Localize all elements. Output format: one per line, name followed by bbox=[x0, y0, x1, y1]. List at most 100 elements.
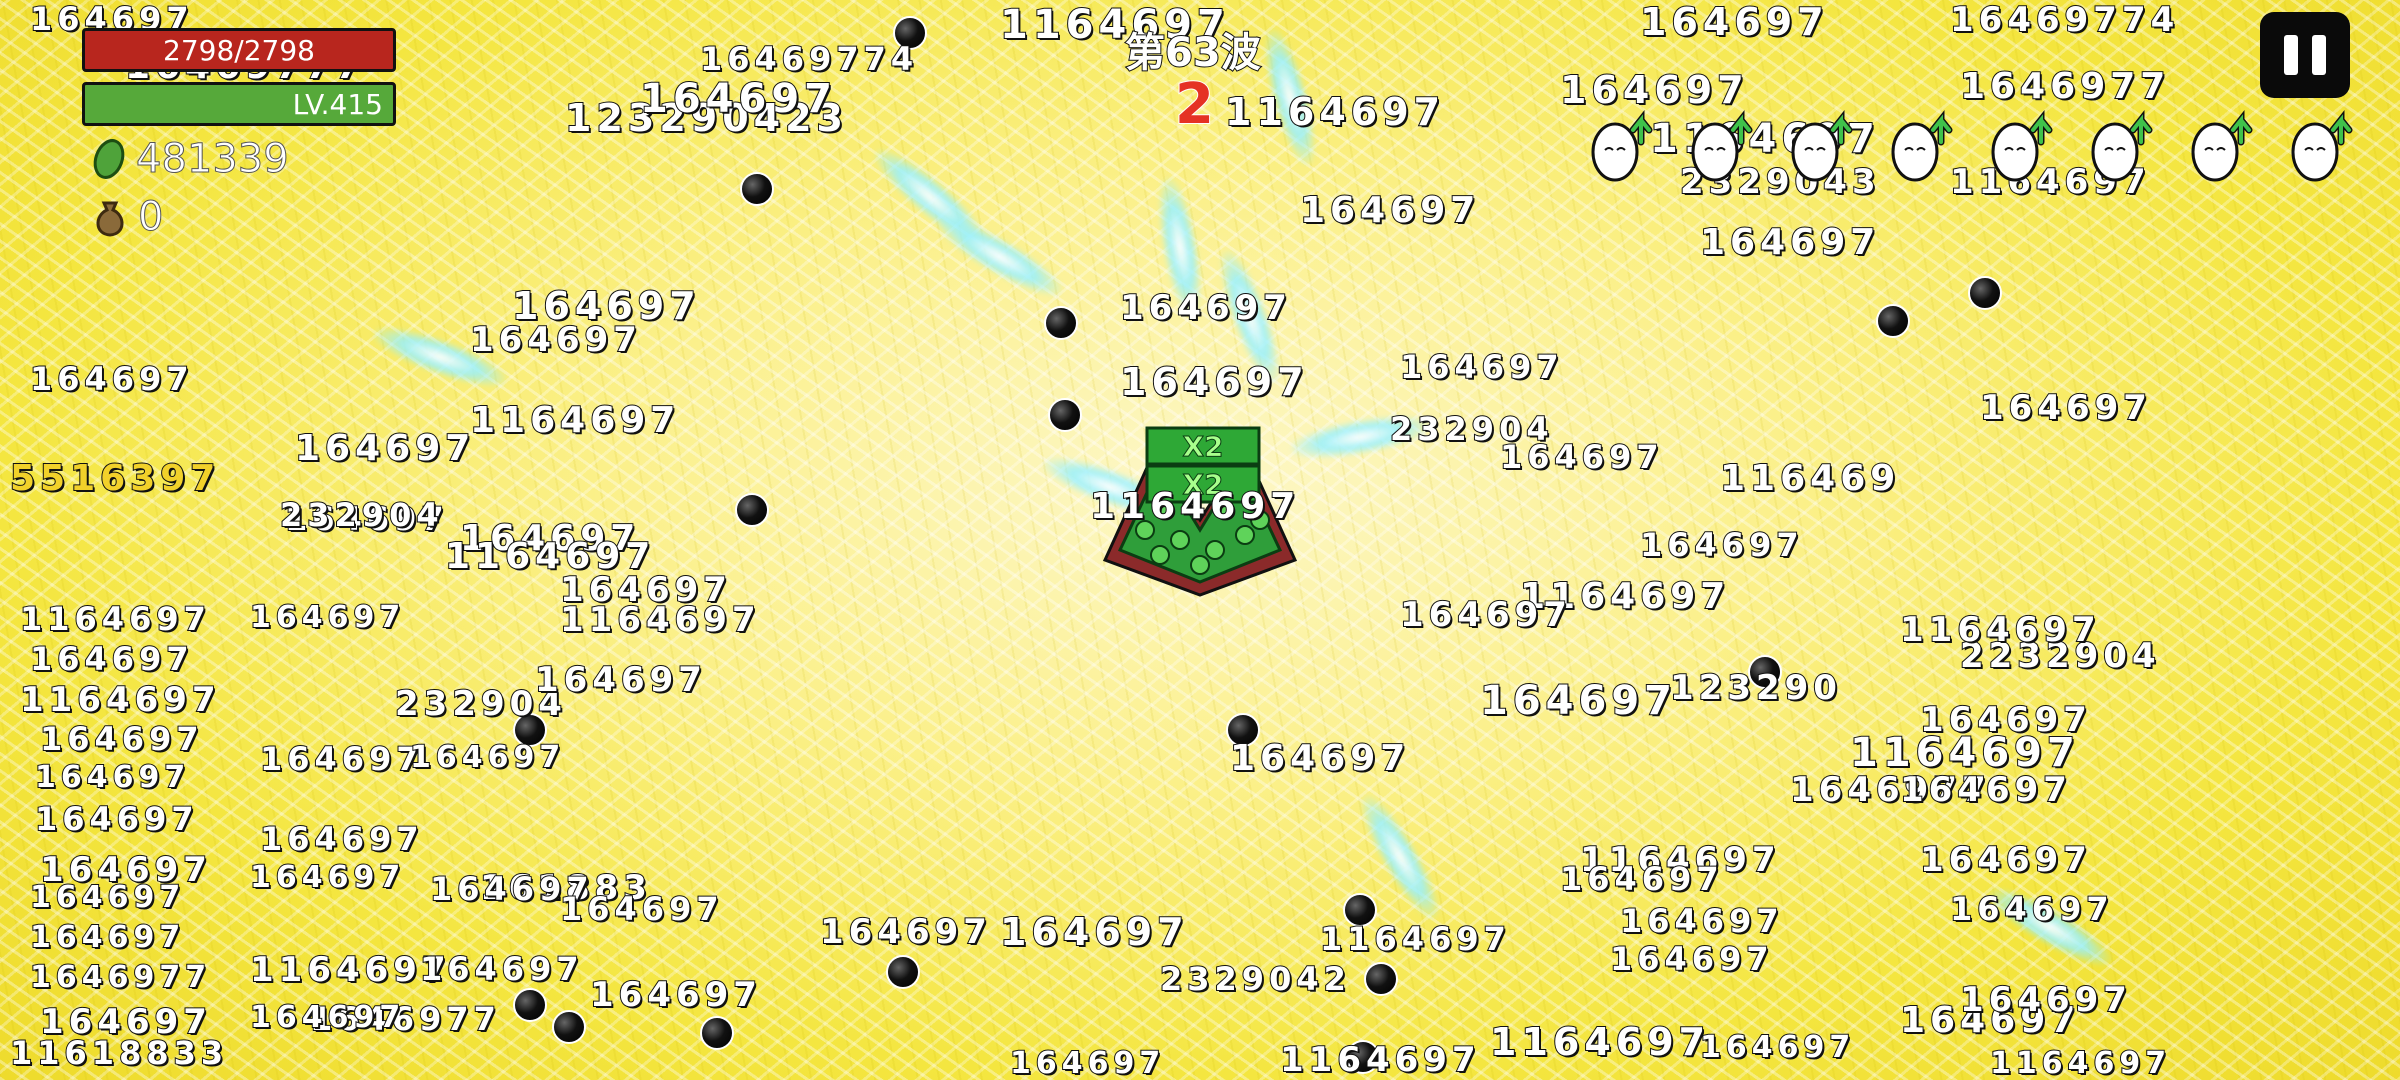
damage-number: 164697 bbox=[29, 639, 194, 679]
damage-number: 1164697 bbox=[1279, 1039, 1481, 1080]
hp-text: 2798/2798 bbox=[163, 33, 315, 67]
damage-number: 164697 bbox=[249, 859, 406, 896]
wave-label: 第63波 bbox=[1124, 29, 1262, 77]
bag-count: 0 bbox=[137, 194, 164, 241]
damage-number: 164697 bbox=[1639, 0, 1829, 45]
damage-number: 16469774 bbox=[699, 39, 919, 79]
damage-number: 164697 bbox=[1479, 677, 1677, 725]
damage-number: 164697 bbox=[1639, 525, 1804, 565]
egg-upgrade-icon bbox=[1985, 108, 2061, 184]
bag-counter: 0 bbox=[92, 194, 164, 241]
damage-number: 164697 bbox=[999, 909, 1189, 955]
hp-bar: 2798/2798 bbox=[82, 28, 396, 72]
damage-number: 164697 bbox=[259, 739, 424, 779]
damage-number: 164697 bbox=[1399, 347, 1564, 387]
damage-number: 164697 bbox=[34, 759, 191, 796]
damage-number: 164697 bbox=[1229, 737, 1411, 780]
egg-upgrade-icon bbox=[1785, 108, 1861, 184]
damage-number: 164697 bbox=[1399, 594, 1572, 636]
damage-number: 116469 bbox=[1719, 457, 1901, 500]
gem-counter: 481339 bbox=[92, 136, 290, 183]
damage-number: 232904 bbox=[279, 495, 444, 535]
damage-number: 164697 bbox=[39, 719, 204, 759]
damage-number: 164697 bbox=[419, 949, 584, 989]
damage-number: 1164697 bbox=[1089, 485, 1301, 528]
damage-number: 164697 bbox=[1299, 189, 1481, 232]
game-field[interactable]: X2 X2 1646971164697164697164697741646977… bbox=[0, 0, 2400, 1080]
damage-number: 164697 bbox=[1699, 1029, 1856, 1066]
damage-number: 16469774 bbox=[1949, 0, 2180, 41]
damage-number: 164697 bbox=[1499, 437, 1664, 477]
damage-number: 164697 bbox=[1699, 221, 1881, 264]
damage-number: 164697 bbox=[249, 599, 406, 636]
damage-number: 5516397 bbox=[9, 457, 221, 500]
damage-number: 164697 bbox=[1609, 939, 1774, 979]
damage-number: 1646977 bbox=[29, 959, 212, 996]
egg-upgrade-icon bbox=[1585, 108, 1661, 184]
enemy-orb bbox=[513, 988, 547, 1022]
damage-number: 164697 bbox=[1119, 359, 1309, 405]
damage-number: 164697 bbox=[589, 974, 762, 1016]
damage-number: 1164697 bbox=[1899, 609, 2101, 651]
damage-number: 164697 bbox=[1559, 67, 1749, 113]
damage-number: 164697 bbox=[469, 319, 642, 361]
enemy-orb bbox=[1044, 306, 1078, 340]
damage-number: 1164697 bbox=[1989, 1045, 2172, 1080]
enemy-orb bbox=[1364, 962, 1398, 996]
enemy-orb bbox=[735, 493, 769, 527]
egg-upgrade-icon bbox=[2285, 108, 2361, 184]
enemy-orb bbox=[700, 1016, 734, 1050]
damage-number: 164697 bbox=[1919, 699, 2092, 741]
damage-number: 164697 bbox=[29, 359, 194, 399]
enemy-orb bbox=[1048, 398, 1082, 432]
damage-number: 1164697 bbox=[469, 399, 681, 442]
damage-number: 1164697 bbox=[1489, 1019, 1711, 1065]
damage-number: 1646977 bbox=[1959, 65, 2171, 108]
egg-upgrade-icon bbox=[2085, 108, 2161, 184]
level-text: LV.415 bbox=[292, 87, 383, 121]
enemy-orb bbox=[1968, 276, 2002, 310]
pause-button[interactable] bbox=[2260, 12, 2350, 98]
egg-upgrade-icon bbox=[1685, 108, 1761, 184]
damage-number: 164697 bbox=[1009, 1045, 1166, 1080]
damage-number: 1164697 bbox=[1319, 919, 1511, 959]
damage-number: 1164697 bbox=[19, 599, 211, 639]
green-gem-icon bbox=[93, 139, 125, 179]
pause-icon-bar-left bbox=[2284, 35, 2298, 75]
damage-number: 164697 bbox=[819, 911, 992, 953]
gem-count: 481339 bbox=[136, 136, 290, 183]
damage-number: 164697 bbox=[29, 919, 186, 956]
damage-number: 164697 bbox=[34, 799, 199, 839]
money-bag-icon bbox=[96, 201, 124, 237]
damage-number: 164697 bbox=[559, 569, 732, 611]
damage-number: 164697 bbox=[1899, 769, 2072, 811]
enemy-orb bbox=[552, 1010, 586, 1044]
damage-number: 123290 bbox=[1669, 667, 1842, 709]
damage-number: 1164697 bbox=[1224, 89, 1446, 135]
damage-number: 164697 bbox=[1119, 287, 1292, 329]
damage-number: 2329042 bbox=[1159, 959, 1351, 999]
damage-number: 164697 bbox=[534, 659, 707, 701]
damage-number: 164697 bbox=[1619, 901, 1784, 941]
damage-number: 164697 bbox=[1959, 979, 2132, 1021]
damage-number: 164697 bbox=[249, 999, 406, 1036]
egg-upgrade-icon bbox=[1885, 108, 1961, 184]
damage-number: 164697 bbox=[294, 427, 476, 470]
damage-number: 164697 bbox=[39, 1001, 212, 1043]
pause-icon-bar-right bbox=[2312, 35, 2326, 75]
damage-number: 164697 bbox=[559, 889, 724, 929]
damage-number: 164697 bbox=[259, 819, 424, 859]
damage-number: 164697 bbox=[1979, 387, 2152, 429]
damage-number: 164697 bbox=[29, 879, 186, 916]
level-bar: LV.415 bbox=[82, 82, 396, 126]
enemy-orb bbox=[886, 955, 920, 989]
damage-number: 164697 bbox=[639, 75, 837, 123]
damage-number: 164697 bbox=[409, 739, 566, 776]
wave-countdown: 2 bbox=[1174, 71, 1215, 138]
damage-number: 164697 bbox=[1949, 889, 2114, 929]
damage-number: 164697 bbox=[1559, 859, 1724, 899]
enemy-orb bbox=[740, 172, 774, 206]
damage-number: 1164697 bbox=[19, 679, 221, 721]
player-badge-top: X2 bbox=[1182, 430, 1223, 463]
egg-upgrade-icon bbox=[2185, 108, 2261, 184]
